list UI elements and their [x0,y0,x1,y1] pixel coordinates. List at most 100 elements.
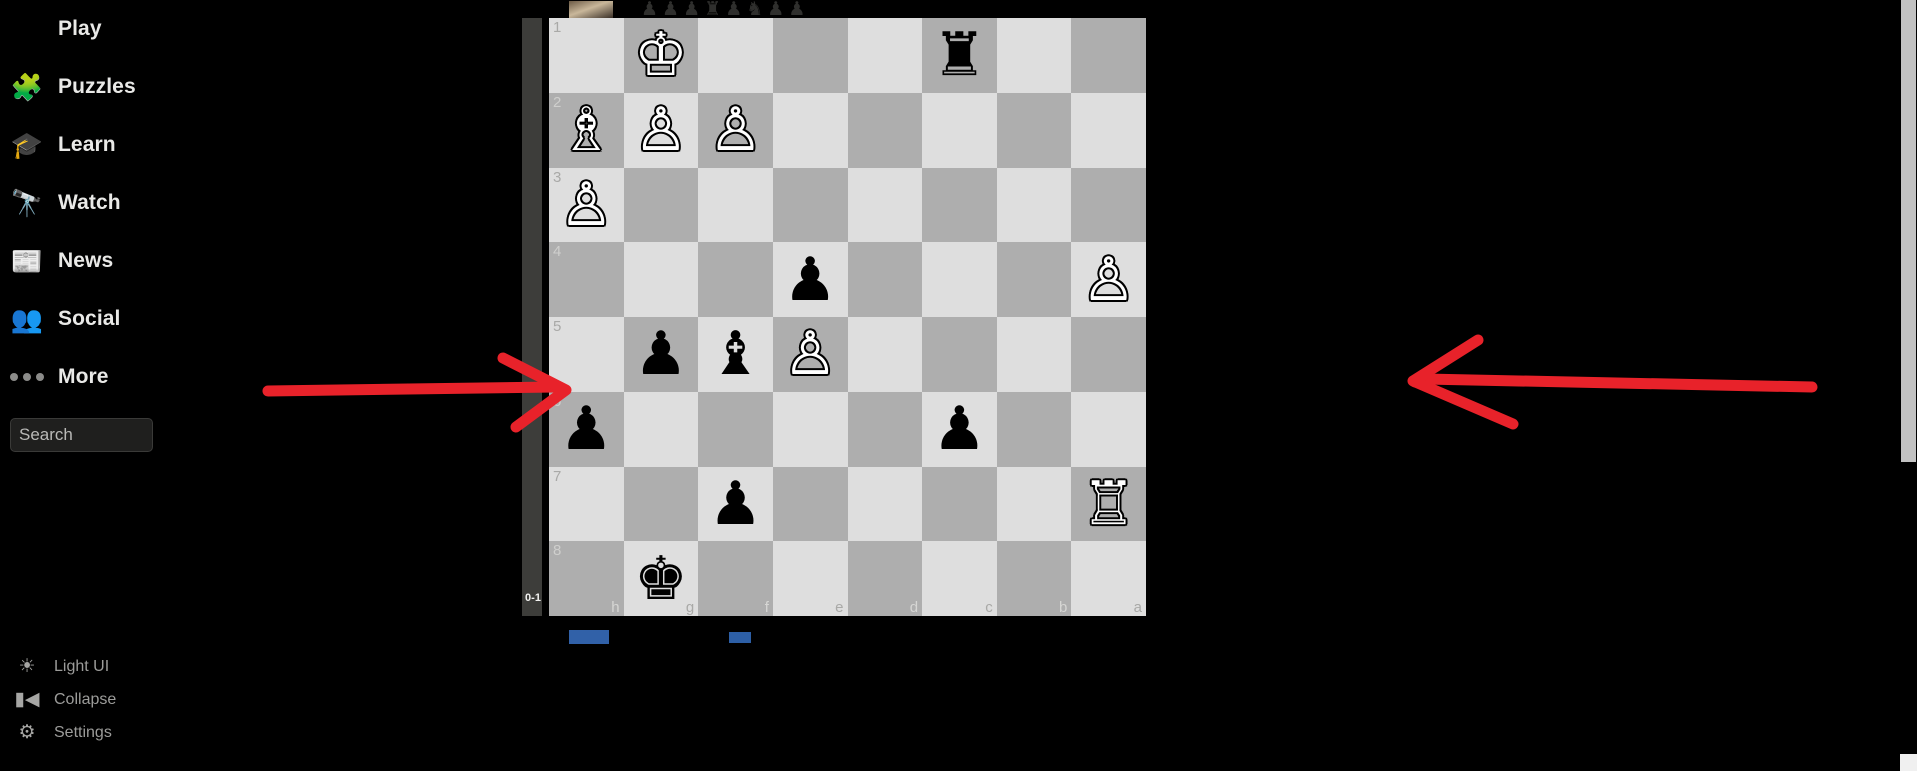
board-square[interactable] [1071,391,1146,467]
board-square[interactable] [772,18,848,93]
board-square[interactable] [1071,92,1146,168]
board-square[interactable]: 4 [549,242,624,317]
board-square[interactable]: ♟ [922,391,997,467]
board-square[interactable]: c [922,541,997,616]
board-square[interactable]: ♜ [922,18,997,93]
board-square[interactable] [996,92,1072,168]
evaluation-bar[interactable] [522,18,542,616]
board-square[interactable] [922,466,997,542]
board-square[interactable]: ♔ [623,18,699,93]
scrollbar-track[interactable] [1901,462,1916,771]
black-pawn-piece[interactable]: ♟ [773,242,848,317]
board-square[interactable]: ♙ [1071,242,1146,317]
sidebar-item-social[interactable]: 👥 Social [0,290,300,348]
board-square[interactable] [623,466,699,542]
board-square[interactable] [847,92,923,168]
board-square[interactable] [922,92,997,168]
board-square[interactable] [847,466,923,542]
board-square[interactable]: ♟ [772,242,848,317]
board-square[interactable]: 1 [549,18,624,93]
white-rook-piece[interactable]: ♖ [1071,467,1146,542]
sidebar-item-puzzles[interactable]: 🧩 Puzzles [0,58,300,116]
board-square[interactable] [922,242,997,317]
white-pawn-piece[interactable]: ♙ [773,317,848,392]
board-square[interactable]: a [1071,541,1146,616]
board-square[interactable] [1071,18,1146,93]
board-square[interactable] [772,466,848,542]
chess-pawn-icon: ♟ [15,14,39,44]
board-square[interactable] [847,317,923,392]
board-square[interactable] [847,18,923,93]
white-pawn-piece[interactable]: ♙ [624,93,699,168]
white-bishop-piece[interactable]: ♗ [549,93,624,168]
board-square[interactable] [996,391,1072,467]
sidebar-item-learn[interactable]: 🎓 Learn [0,116,300,174]
board-square[interactable] [1071,317,1146,392]
board-square[interactable]: b [996,541,1072,616]
black-king-piece[interactable]: ♚ [624,541,699,616]
board-square[interactable] [623,242,699,317]
board-square[interactable] [698,167,773,243]
sidebar-item-more[interactable]: More [0,348,300,406]
white-king-piece[interactable]: ♔ [624,18,699,93]
board-square[interactable] [996,167,1072,243]
board-square[interactable]: ♙ [623,92,699,168]
board-square[interactable]: 7 [549,466,624,542]
sidebar-item-label: Learn [58,133,116,156]
board-square[interactable] [922,317,997,392]
search-input[interactable] [10,418,153,452]
board-square[interactable]: g ♚ [623,541,699,616]
board-square[interactable]: d [847,541,923,616]
board-square[interactable]: 2 ♗ [549,92,624,168]
board-square[interactable] [772,391,848,467]
sidebar-bottom-item-collapse[interactable]: ▮◀ Collapse [0,683,300,716]
avatar[interactable] [569,0,613,18]
board-square[interactable]: ♟ [623,317,699,392]
board-square[interactable] [698,242,773,317]
board-square[interactable] [623,167,699,243]
board-square[interactable] [698,18,773,93]
board-square[interactable] [847,391,923,467]
board-square[interactable]: ♝ [698,317,773,392]
board-square[interactable]: f [698,541,773,616]
board-square[interactable] [847,242,923,317]
board-square[interactable]: 5 [549,317,624,392]
board-square[interactable] [847,167,923,243]
sidebar-bottom-item-settings[interactable]: ⚙ Settings [0,716,300,749]
board-square[interactable]: e [772,541,848,616]
black-pawn-piece[interactable]: ♟ [922,392,997,467]
black-pawn-piece[interactable]: ♟ [698,467,773,542]
board-square[interactable]: ♟ [698,466,773,542]
board-square[interactable] [772,167,848,243]
sidebar-item-news[interactable]: 📰 News [0,232,300,290]
black-pawn-piece[interactable]: ♟ [549,392,624,467]
board-square[interactable]: ♙ [698,92,773,168]
black-rook-piece[interactable]: ♜ [922,18,997,93]
board-square[interactable] [996,18,1072,93]
ellipsis-icon [10,360,44,394]
white-pawn-piece[interactable]: ♙ [698,93,773,168]
sidebar-item-play[interactable]: ♟ Play [0,0,300,58]
board-square[interactable] [996,317,1072,392]
board-square[interactable] [996,466,1072,542]
black-pawn-piece[interactable]: ♟ [624,317,699,392]
sidebar-item-watch[interactable]: 🔭 Watch [0,174,300,232]
board-square[interactable]: ♙ [772,317,848,392]
board-square[interactable] [996,242,1072,317]
board-square[interactable] [1071,167,1146,243]
board-square[interactable]: ♖ [1071,466,1146,542]
board-square[interactable]: 6 ♟ [549,391,624,467]
board-square[interactable] [698,391,773,467]
vertical-scrollbar[interactable] [1900,0,1917,771]
white-pawn-piece[interactable]: ♙ [549,168,624,243]
scrollbar-thumb[interactable] [1901,0,1916,462]
black-bishop-piece[interactable]: ♝ [698,317,773,392]
board-square[interactable]: 8h [549,541,624,616]
board-square[interactable] [623,391,699,467]
board-square[interactable] [772,92,848,168]
white-pawn-piece[interactable]: ♙ [1071,242,1146,317]
chess-board[interactable]: 1 ♔ ♜ 2 ♗ ♙ ♙ 3 ♙ 4 ♟ ♙ 5 ♟ ♝ ♙ 6 ♟ ♟ 7 ♟ ♖ 8 h g ♚ f e d c b a [549,18,1146,616]
board-square[interactable] [922,167,997,243]
sidebar-bottom-item-light-ui[interactable]: ☀ Light UI [0,650,300,683]
board-square[interactable]: 3 ♙ [549,167,624,243]
